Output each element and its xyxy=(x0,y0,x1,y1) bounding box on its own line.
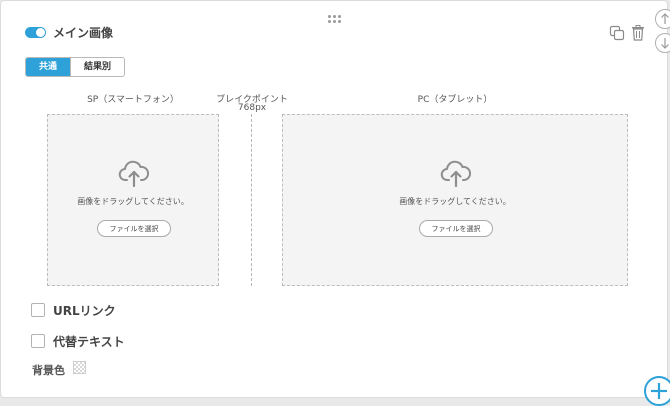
sp-file-select-button[interactable]: ファイルを選択 xyxy=(97,220,171,237)
block-toggle[interactable] xyxy=(25,27,46,38)
pc-dropzone-text: 画像をドラッグしてください。 xyxy=(399,197,511,206)
sp-dropzone-text: 画像をドラッグしてください。 xyxy=(77,197,189,206)
tab-per-result[interactable]: 結果別 xyxy=(70,58,124,76)
cloud-upload-icon xyxy=(118,159,150,191)
trash-icon[interactable] xyxy=(631,25,645,41)
tab-switch: 共通 結果別 xyxy=(25,57,125,77)
breakpoint-value: 768px xyxy=(237,103,267,113)
sp-image-dropzone[interactable]: 画像をドラッグしてください。 ファイルを選択 xyxy=(47,114,219,286)
copy-icon[interactable] xyxy=(609,25,625,41)
arrow-down-circle-icon[interactable] xyxy=(655,33,670,53)
alt-text-checkbox[interactable] xyxy=(31,334,45,348)
drag-handle-icon[interactable] xyxy=(328,15,342,25)
sp-column-label: SP（スマートフォン） xyxy=(87,95,179,105)
pc-file-select-button[interactable]: ファイルを選択 xyxy=(419,220,493,237)
arrow-up-circle-icon[interactable] xyxy=(655,9,670,29)
block-title: メイン画像 xyxy=(53,26,114,40)
bg-color-swatch[interactable] xyxy=(73,361,86,374)
url-link-checkbox[interactable] xyxy=(31,303,45,317)
pc-image-dropzone[interactable]: 画像をドラッグしてください。 ファイルを選択 xyxy=(282,114,628,286)
tab-common[interactable]: 共通 xyxy=(26,58,70,76)
alt-text-label: 代替テキスト xyxy=(53,335,125,349)
pc-column-label: PC（タブレット） xyxy=(417,95,493,105)
cloud-upload-icon xyxy=(440,159,472,191)
plus-circle-icon[interactable] xyxy=(644,376,670,406)
url-link-label: URLリンク xyxy=(53,304,116,318)
breakpoint-divider xyxy=(251,114,252,286)
image-block-panel: メイン画像 共通 結果別 SP（スマートフォン） PC（タブレット） ブレイクポ… xyxy=(0,0,668,398)
bg-color-label: 背景色 xyxy=(32,364,65,377)
